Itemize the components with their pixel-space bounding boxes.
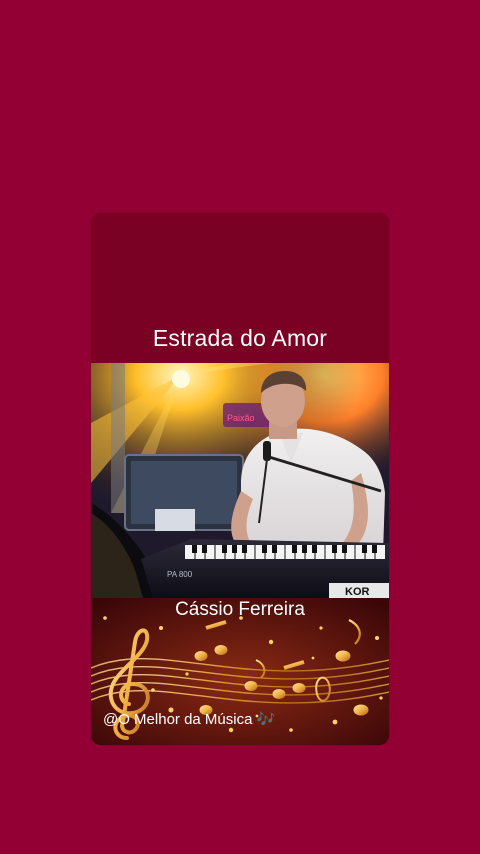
artist-name: Cássio Ferreira xyxy=(175,599,305,620)
channel-handle: @O Melhor da Música xyxy=(103,711,253,728)
channel-tag[interactable]: @O Melhor da Música 🎶 xyxy=(103,710,275,728)
svg-text:Paixão: Paixão xyxy=(227,413,255,423)
card-header: Estrada do Amor xyxy=(91,213,389,363)
stage-truss xyxy=(111,363,125,513)
stage-light xyxy=(172,370,190,388)
microphone xyxy=(263,441,271,461)
music-notes-panel: Cássio Ferreira @O Melhor da Música 🎶 xyxy=(91,598,389,745)
post-card[interactable]: Estrada do Amor Paixão PA 800 KOR Cássio… xyxy=(91,213,389,745)
keyboard-brand-label: KOR xyxy=(345,586,370,598)
story-page: Estrada do Amor Paixão PA 800 KOR Cássio… xyxy=(0,0,480,854)
music-notes-icon: 🎶 xyxy=(256,711,276,728)
song-title: Estrada do Amor xyxy=(152,325,328,351)
keyboard-model-label: PA 800 xyxy=(167,570,193,579)
performer-photo: Paixão PA 800 KOR xyxy=(91,363,389,598)
